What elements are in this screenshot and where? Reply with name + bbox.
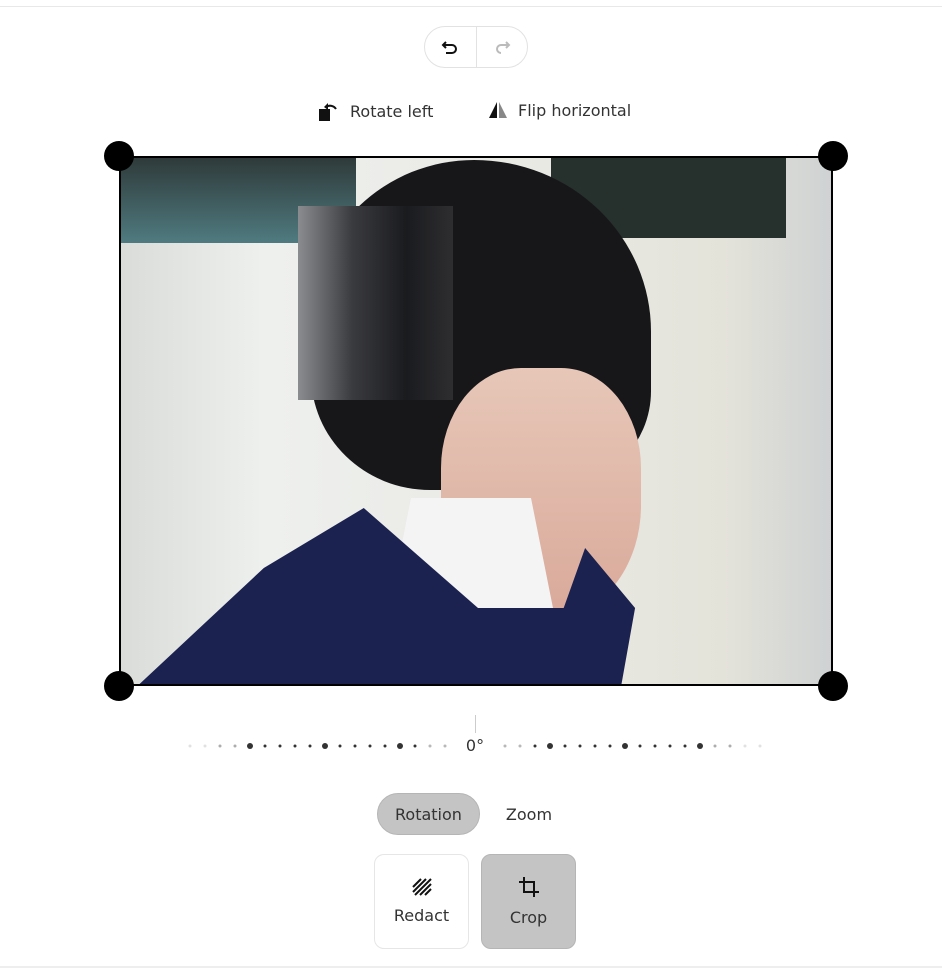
- dial-minor-tick: [278, 744, 282, 748]
- dial-minor-tick: [233, 744, 237, 748]
- crop-label: Crop: [509, 908, 548, 927]
- crop-button[interactable]: Crop: [481, 854, 576, 949]
- dial-minor-tick: [383, 744, 387, 748]
- dial-minor-tick: [413, 744, 417, 748]
- edited-photo: [119, 156, 833, 686]
- redo-icon: [495, 41, 511, 54]
- redact-button[interactable]: Redact: [374, 854, 469, 949]
- dial-minor-tick: [353, 744, 357, 748]
- dial-minor-tick: [308, 744, 312, 748]
- dial-minor-tick: [653, 744, 657, 748]
- crop-handle-bottom-left[interactable]: [104, 671, 134, 701]
- dial-minor-tick: [293, 744, 297, 748]
- mode-tabs: Rotation Zoom: [377, 793, 570, 835]
- tab-rotation[interactable]: Rotation: [377, 793, 480, 835]
- history-controls: [424, 26, 528, 68]
- crop-handle-top-right[interactable]: [818, 141, 848, 171]
- tab-zoom[interactable]: Zoom: [488, 793, 570, 835]
- rotation-dial[interactable]: 0°: [185, 715, 765, 765]
- rotate-left-icon: [319, 103, 337, 121]
- redact-icon: [411, 878, 432, 896]
- rotation-indicator: [475, 715, 476, 733]
- flip-horizontal-icon: [489, 102, 507, 118]
- crop-icon: [518, 877, 539, 897]
- dial-minor-tick: [338, 744, 342, 748]
- dial-minor-tick: [533, 744, 537, 748]
- dial-minor-tick: [263, 744, 267, 748]
- dial-major-tick: [547, 743, 553, 749]
- edit-actions: Redact Crop: [374, 854, 576, 949]
- flip-horizontal-label: Flip horizontal: [518, 100, 632, 120]
- dial-minor-tick: [608, 744, 612, 748]
- dial-major-tick: [622, 743, 628, 749]
- bottom-divider: [0, 966, 942, 968]
- rotate-left-label: Rotate left: [350, 101, 434, 121]
- dial-minor-tick: [518, 744, 522, 748]
- flip-horizontal-button[interactable]: Flip horizontal: [488, 100, 631, 120]
- redo-button[interactable]: [477, 27, 528, 67]
- dial-major-tick: [697, 743, 703, 749]
- dial-minor-tick: [503, 744, 507, 748]
- dial-major-tick: [322, 743, 328, 749]
- dial-minor-tick: [593, 744, 597, 748]
- rotation-value: 0°: [455, 736, 495, 755]
- dial-minor-tick: [758, 744, 762, 748]
- dial-minor-tick: [578, 744, 582, 748]
- crop-handle-bottom-right[interactable]: [818, 671, 848, 701]
- dial-minor-tick: [728, 744, 732, 748]
- dial-minor-tick: [218, 744, 222, 748]
- undo-icon: [441, 41, 458, 54]
- dial-minor-tick: [683, 744, 687, 748]
- dial-minor-tick: [203, 744, 207, 748]
- dial-minor-tick: [368, 744, 372, 748]
- dial-minor-tick: [668, 744, 672, 748]
- rotate-left-button[interactable]: Rotate left: [318, 100, 433, 122]
- crop-area[interactable]: [104, 141, 848, 701]
- dial-major-tick: [397, 743, 403, 749]
- dial-minor-tick: [443, 744, 447, 748]
- dial-minor-tick: [743, 744, 747, 748]
- dial-minor-tick: [188, 744, 192, 748]
- top-divider: [0, 6, 942, 7]
- undo-button[interactable]: [425, 27, 476, 67]
- crop-handle-top-left[interactable]: [104, 141, 134, 171]
- redacted-region: [298, 206, 453, 400]
- dial-major-tick: [247, 743, 253, 749]
- dial-minor-tick: [713, 744, 717, 748]
- redact-label: Redact: [393, 906, 450, 925]
- dial-minor-tick: [428, 744, 432, 748]
- dial-minor-tick: [563, 744, 567, 748]
- dial-minor-tick: [638, 744, 642, 748]
